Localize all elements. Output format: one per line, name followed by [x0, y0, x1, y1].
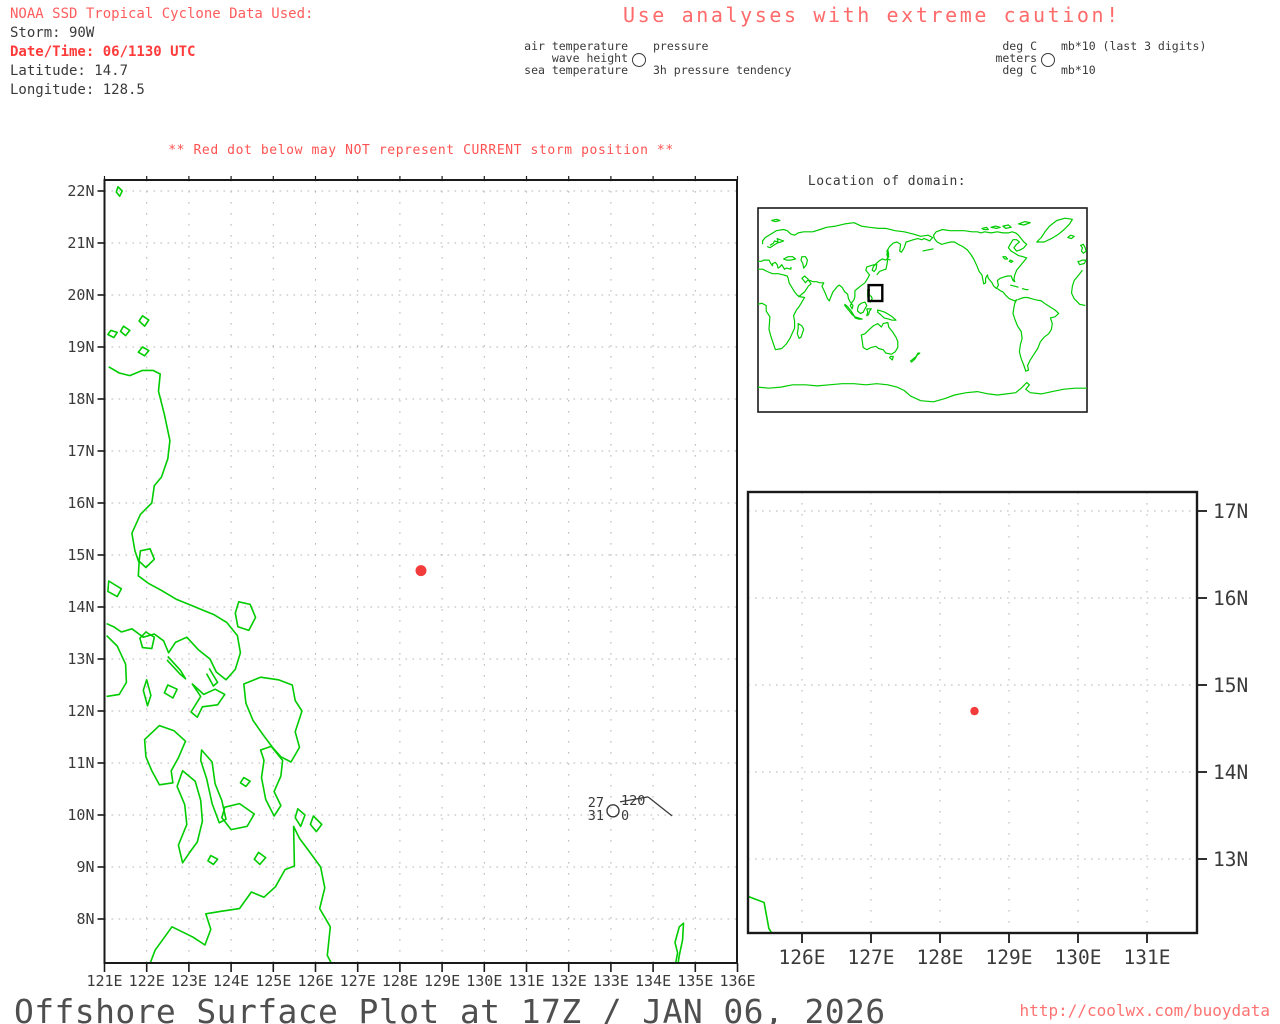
svg-text:17N: 17N [67, 442, 94, 460]
svg-text:135E: 135E [677, 972, 713, 990]
svg-text:132E: 132E [551, 972, 587, 990]
station-plot: 27311200 [588, 793, 673, 824]
station-sea-temp: 31 [588, 808, 604, 824]
legend-pressure-label: pressure [653, 39, 709, 53]
svg-text:128E: 128E [917, 946, 964, 969]
svg-text:21N: 21N [67, 234, 94, 252]
svg-text:19N: 19N [67, 338, 94, 356]
plot-title: Offshore Surface Plot at 17Z / JAN 06, 2… [14, 992, 886, 1024]
svg-text:127E: 127E [340, 972, 376, 990]
world-locator-map [757, 207, 1088, 413]
svg-text:13N: 13N [1213, 848, 1248, 871]
svg-text:130E: 130E [1055, 946, 1102, 969]
legend-pressure-tendency-label: 3h pressure tendency [653, 63, 792, 77]
svg-text:18N: 18N [67, 390, 94, 408]
svg-text:121E: 121E [86, 972, 122, 990]
main-map-coastlines [106, 186, 685, 963]
detail-map: 126E 127E 128E 129E 130E 131E 17N 16N 15N 14N 13N [746, 490, 1248, 969]
red-dot-disclaimer: ** Red dot below may NOT represent CURRE… [168, 143, 674, 158]
svg-text:129E: 129E [424, 972, 460, 990]
svg-text:128E: 128E [382, 972, 418, 990]
svg-text:20N: 20N [67, 286, 94, 304]
svg-text:22N: 22N [67, 182, 94, 200]
detail-map-coastlines [748, 895, 773, 933]
legend-unit-mb10-digits: mb*10 (last 3 digits) [1061, 39, 1207, 53]
svg-text:15N: 15N [1213, 674, 1248, 697]
svg-text:13N: 13N [67, 650, 94, 668]
legend-sea-temperature-label: sea temperature [524, 63, 628, 77]
station-circle-icon-units [1041, 53, 1055, 67]
svg-text:126E: 126E [297, 972, 333, 990]
data-source-line: NOAA SSD Tropical Cyclone Data Used: [10, 6, 314, 22]
svg-text:15N: 15N [67, 546, 94, 564]
svg-text:11N: 11N [67, 754, 94, 772]
world-inset-title: Location of domain: [807, 174, 967, 189]
svg-text:129E: 129E [986, 946, 1033, 969]
svg-text:10N: 10N [67, 806, 94, 824]
svg-text:122E: 122E [129, 972, 165, 990]
storm-id-line: Storm: 90W [10, 25, 95, 41]
latitude-line: Latitude: 14.7 [10, 63, 129, 79]
domain-box [867, 283, 884, 303]
svg-text:17N: 17N [1213, 500, 1248, 523]
svg-text:134E: 134E [635, 972, 671, 990]
svg-text:136E: 136E [719, 972, 755, 990]
svg-text:130E: 130E [466, 972, 502, 990]
main-map: 121E 122E 123E 124E 125E 126E 127E 128E 129E 130E… [67, 176, 756, 990]
svg-text:125E: 125E [255, 972, 291, 990]
datetime-line: Date/Time: 06/1130 UTC [10, 44, 196, 60]
storm-info-block: NOAA SSD Tropical Cyclone Data Used: Sto… [10, 5, 313, 100]
svg-text:124E: 124E [213, 972, 249, 990]
svg-text:131E: 131E [1124, 946, 1171, 969]
svg-text:16N: 16N [1213, 587, 1248, 610]
weather-plot-page: 121E 122E 123E 124E 125E 126E 127E 128E 129E 130E… [0, 0, 1280, 1024]
svg-text:131E: 131E [508, 972, 544, 990]
main-map-axes: 121E 122E 123E 124E 125E 126E 127E 128E 129E 130E… [67, 176, 756, 990]
svg-text:133E: 133E [593, 972, 629, 990]
svg-text:12N: 12N [67, 702, 94, 720]
longitude-line: Longitude: 128.5 [10, 82, 145, 98]
svg-text:127E: 127E [848, 946, 895, 969]
storm-position-dot-detail [970, 706, 979, 716]
station-pressure-tendency: 0 [621, 808, 629, 824]
station-circle-icon [632, 53, 646, 67]
site-url-link[interactable]: http://coolwx.com/buoydata [1020, 1001, 1270, 1020]
svg-text:9N: 9N [76, 858, 94, 876]
world-coastlines [758, 217, 1087, 403]
detail-map-axes: 126E 127E 128E 129E 130E 131E 17N 16N 15N 14N 13N [746, 490, 1248, 969]
wind-barb-feather [647, 796, 673, 817]
svg-text:16N: 16N [67, 494, 94, 512]
storm-position-dot-main [415, 565, 427, 577]
svg-text:126E: 126E [779, 946, 826, 969]
legend-unit-degc-bottom: deg C [1002, 63, 1037, 77]
svg-text:123E: 123E [171, 972, 207, 990]
svg-text:14N: 14N [67, 598, 94, 616]
svg-text:8N: 8N [76, 910, 94, 928]
caution-banner: Use analyses with extreme caution! [623, 3, 1121, 27]
legend-unit-mb10: mb*10 [1061, 63, 1096, 77]
svg-text:14N: 14N [1213, 761, 1248, 784]
